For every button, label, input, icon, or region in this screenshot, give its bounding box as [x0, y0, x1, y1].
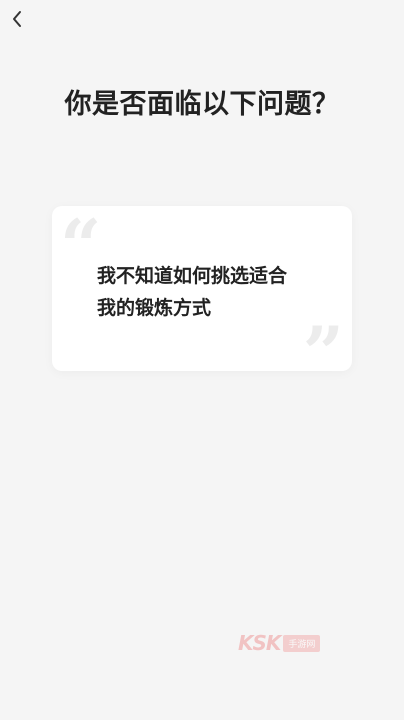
problem-text-line2: 我的锻炼方式 — [97, 297, 212, 319]
close-quote-icon: ” — [302, 310, 344, 395]
back-button[interactable] — [6, 6, 28, 32]
problem-text-line1: 我不知道如何挑选适合 — [97, 265, 288, 287]
problem-text: 我不知道如何挑选适合 我的锻炼方式 — [97, 260, 312, 324]
problem-card[interactable]: “ 我不知道如何挑选适合 我的锻炼方式 ” — [52, 203, 352, 389]
chevron-left-icon — [13, 11, 21, 27]
watermark-tag: 手游网 — [283, 634, 321, 652]
watermark-logo-text: KSK — [238, 631, 281, 655]
page-title: 你是否面临以下问题？ — [64, 89, 340, 120]
watermark-logo: KSK 手游网 — [238, 631, 321, 655]
open-quote-icon: “ — [60, 203, 102, 288]
